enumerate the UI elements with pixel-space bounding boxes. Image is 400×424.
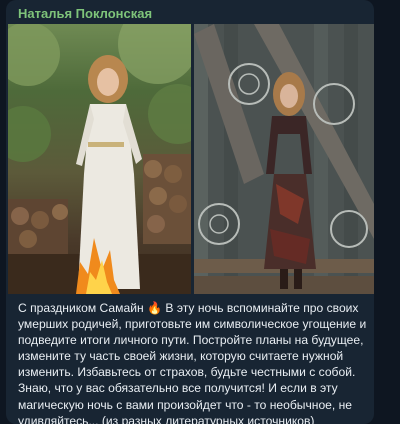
message-text-line: умерших родичей, приготовьте им символич… — [18, 317, 367, 332]
message-text-line: Знаю, что у вас обязательно все получитс… — [18, 381, 338, 396]
photo-hut-illustration — [194, 24, 374, 294]
message-text-line: С праздником Самайн 🔥 В эту ночь вспомин… — [18, 301, 359, 315]
sender-name[interactable]: Наталья Поклонская — [18, 6, 152, 21]
message-text-line: подведите итоги личного пути. Постройте … — [18, 333, 364, 348]
photo-bonfire-illustration — [8, 24, 191, 294]
message-text: С праздником Самайн 🔥 В эту ночь вспомин… — [18, 300, 370, 424]
message-photo-2[interactable] — [194, 24, 374, 294]
message-bubble: Наталья Поклонская С праздником Самайн 🔥… — [6, 0, 374, 424]
message-photo-1[interactable] — [8, 24, 191, 294]
message-text-line: магическую ночь с вами произойдет что - … — [18, 397, 353, 412]
message-text-line: удивляйтесь... (из разных литературных и… — [18, 413, 315, 424]
message-text-line: изменить. Избавьтесь от страхов, будьте … — [18, 365, 356, 380]
message-text-line: измените ту часть своей жизни, которую с… — [18, 349, 344, 364]
